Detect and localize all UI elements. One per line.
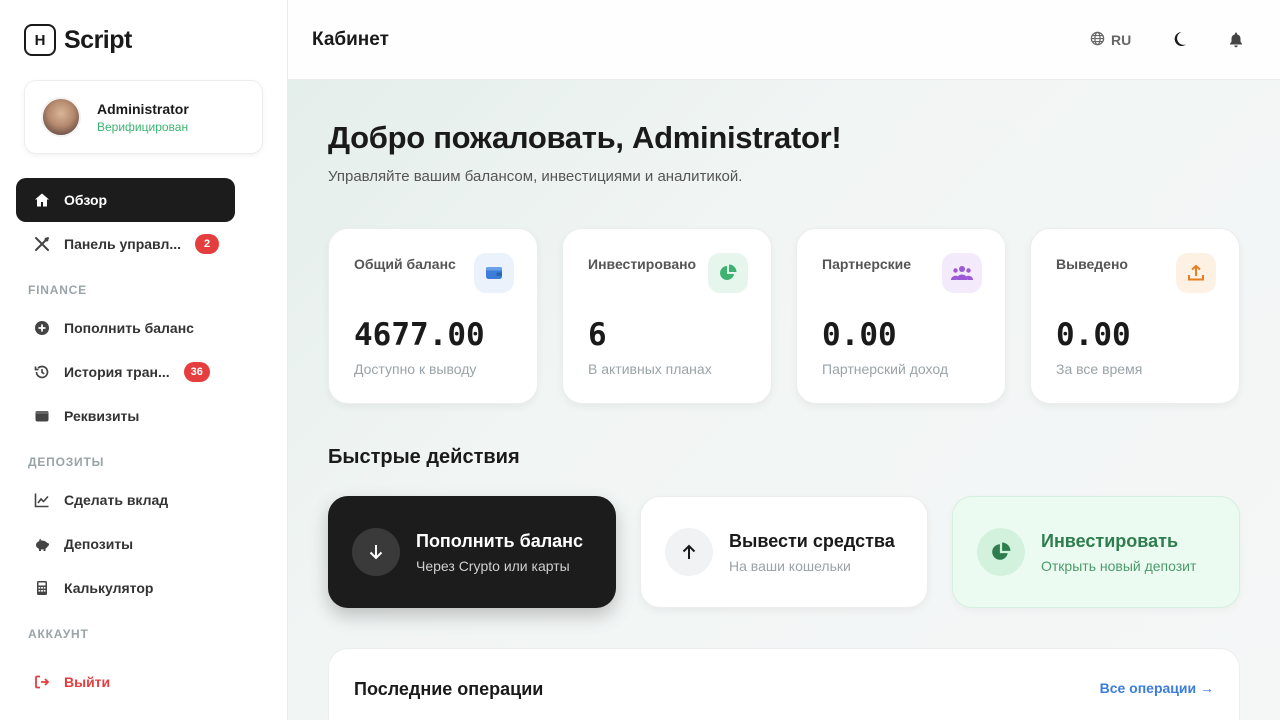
sidebar-item-label: Обзор — [64, 192, 108, 208]
dark-mode-toggle[interactable] — [1170, 30, 1188, 53]
bell-icon — [1228, 32, 1244, 52]
pie-chart-icon — [708, 253, 748, 293]
language-label: RU — [1111, 32, 1132, 48]
language-switcher[interactable]: RU — [1090, 31, 1131, 49]
action-subtitle: Через Crypto или карты — [416, 557, 570, 574]
topbar: Кабинет RU — [288, 0, 1280, 80]
stat-card-partner: Партнерские 0.00 Партнерский доход — [796, 228, 1006, 404]
pie-chart-icon — [977, 528, 1025, 576]
users-icon — [942, 253, 982, 293]
tools-icon — [34, 236, 50, 252]
stat-sub: Доступно к выводу — [354, 361, 477, 377]
logo-text: Script — [64, 25, 132, 54]
welcome-subtitle: Управляйте вашим балансом, инвестициями … — [328, 168, 743, 185]
stat-card-total-balance: Общий баланс 4677.00 Доступно к выводу — [328, 228, 538, 404]
notifications-button[interactable] — [1228, 31, 1244, 53]
action-subtitle: На ваши кошельки — [729, 557, 851, 574]
stat-label: Выведено — [1056, 256, 1128, 272]
sidebar-item-make-deposit[interactable]: Сделать вклад — [16, 478, 235, 522]
home-icon — [34, 192, 50, 208]
sidebar-item-label: Калькулятор — [64, 580, 154, 596]
sidebar-item-logout[interactable]: Выйти — [16, 660, 235, 704]
piggy-bank-icon — [34, 536, 50, 552]
action-title: Вывести средства — [729, 530, 895, 551]
recent-operations-panel: Последние операции Все операции → — [328, 648, 1240, 720]
moon-icon — [1170, 32, 1188, 52]
action-withdraw-button[interactable]: Вывести средства На ваши кошельки — [640, 496, 928, 608]
stat-value: 0.00 — [1056, 317, 1131, 353]
stat-value: 0.00 — [822, 317, 897, 353]
sidebar-item-overview[interactable]: Обзор — [16, 178, 235, 222]
stat-label: Инвестировано — [588, 256, 697, 272]
stat-card-withdrawn: Выведено 0.00 За все время — [1030, 228, 1240, 404]
upload-icon — [1176, 253, 1216, 293]
stat-label: Общий баланс — [354, 256, 456, 272]
arrow-down-icon — [352, 528, 400, 576]
wallet-icon — [34, 408, 50, 424]
user-card[interactable]: Administrator Верифицирован — [24, 80, 263, 154]
logo[interactable]: H Script — [24, 24, 132, 56]
sidebar-item-history[interactable]: История тран... 36 — [16, 350, 235, 394]
sidebar-item-requisites[interactable]: Реквизиты — [16, 394, 235, 438]
all-operations-link[interactable]: Все операции → — [1100, 680, 1214, 696]
sidebar-item-label: История тран... — [64, 364, 170, 380]
main-content: Добро пожаловать, Administrator! Управля… — [288, 80, 1280, 720]
section-label-finance: FINANCE — [28, 283, 87, 297]
quick-actions-title: Быстрые действия — [328, 446, 520, 468]
sidebar-item-deposits[interactable]: Депозиты — [16, 522, 235, 566]
user-name: Administrator — [97, 100, 189, 117]
sidebar-item-control-panel[interactable]: Панель управл... 2 — [16, 222, 235, 266]
calculator-icon — [34, 580, 50, 596]
chart-line-icon — [34, 492, 50, 508]
stat-card-invested: Инвестировано 6 В активных планах — [562, 228, 772, 404]
avatar — [41, 97, 81, 137]
sidebar: H Script Administrator Верифицирован Обз… — [0, 0, 288, 720]
action-title: Пополнить баланс — [416, 530, 584, 551]
section-label-account: АККАУНТ — [28, 627, 89, 641]
wallet-icon — [474, 253, 514, 293]
stat-label: Партнерские — [822, 256, 912, 272]
sidebar-item-label: Реквизиты — [64, 408, 140, 424]
section-label-deposits: ДЕПОЗИТЫ — [28, 455, 105, 469]
action-invest-button[interactable]: Инвестировать Открыть новый депозит — [952, 496, 1240, 608]
sidebar-item-label: Сделать вклад — [64, 492, 169, 508]
arrow-up-icon — [665, 528, 713, 576]
globe-icon — [1090, 31, 1105, 49]
stat-sub: В активных планах — [588, 361, 712, 377]
plus-circle-icon — [34, 320, 50, 336]
notification-badge: 2 — [195, 234, 220, 254]
sidebar-item-label: Выйти — [64, 674, 111, 690]
history-icon — [34, 364, 50, 380]
user-status: Верифицирован — [97, 119, 189, 134]
sidebar-item-label: Пополнить баланс — [64, 320, 194, 336]
recent-operations-title: Последние операции — [354, 679, 544, 699]
welcome-heading: Добро пожаловать, Administrator! — [328, 120, 842, 155]
stat-sub: За все время — [1056, 361, 1143, 377]
action-title: Инвестировать — [1041, 530, 1179, 551]
notification-badge: 36 — [183, 362, 210, 382]
action-subtitle: Открыть новый депозит — [1041, 557, 1197, 574]
stat-value: 6 — [588, 317, 607, 353]
sidebar-item-calculator[interactable]: Калькулятор — [16, 566, 235, 610]
page-title: Кабинет — [312, 29, 389, 50]
stat-value: 4677.00 — [354, 317, 485, 353]
action-deposit-button[interactable]: Пополнить баланс Через Crypto или карты — [328, 496, 616, 608]
sidebar-item-label: Панель управл... — [64, 236, 182, 252]
logo-mark: H — [24, 24, 56, 56]
stat-sub: Партнерский доход — [822, 361, 948, 377]
logout-icon — [34, 674, 50, 690]
sidebar-item-deposit-balance[interactable]: Пополнить баланс — [16, 306, 235, 350]
sidebar-item-label: Депозиты — [64, 536, 134, 552]
